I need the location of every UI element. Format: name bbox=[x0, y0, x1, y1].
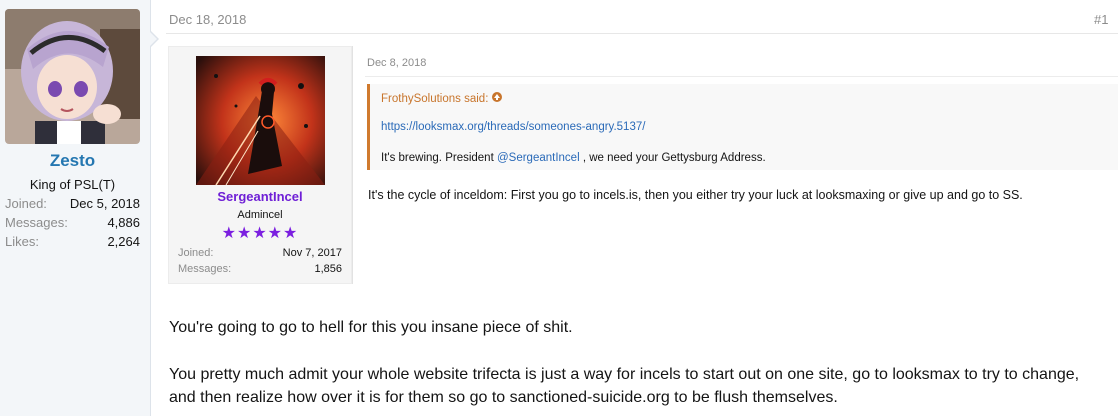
stat-value: Nov 7, 2017 bbox=[282, 247, 342, 259]
embedded-post-date[interactable]: Dec 8, 2018 bbox=[367, 57, 426, 69]
embedded-author-avatar[interactable] bbox=[196, 56, 325, 185]
go-to-quoted-post-icon[interactable] bbox=[492, 92, 503, 105]
stat-value: 2,264 bbox=[107, 234, 140, 249]
embedded-post: SergeantIncel Admincel ★★★★★ Joined: Nov… bbox=[168, 46, 1118, 284]
post-body-line-1: You're going to go to hell for this you … bbox=[169, 319, 573, 336]
sidebar-pointer-arrow bbox=[149, 30, 159, 48]
embedded-stat-messages: Messages: 1,856 bbox=[178, 263, 342, 275]
stat-label: Messages: bbox=[5, 215, 68, 230]
embedded-post-content: Dec 8, 2018 FrothySolutions said: https:… bbox=[352, 46, 1118, 284]
quote-text-after: , we need your Gettysburg Address. bbox=[579, 152, 766, 164]
embedded-author-title: Admincel bbox=[237, 209, 283, 221]
embedded-stat-joined: Joined: Nov 7, 2017 bbox=[178, 247, 342, 259]
author-sidebar: Zesto King of PSL(T) Joined: Dec 5, 2018… bbox=[0, 0, 159, 416]
quote-text: It's brewing. President @SergeantIncel ,… bbox=[381, 152, 766, 164]
stat-label: Joined: bbox=[5, 196, 47, 211]
author-stat-joined: Joined: Dec 5, 2018 bbox=[5, 196, 140, 211]
stat-label: Likes: bbox=[5, 234, 39, 249]
embedded-author-rank-stars: ★★★★★ bbox=[221, 225, 299, 242]
post-permalink-number[interactable]: #1 bbox=[1094, 12, 1108, 27]
post-body-line-2: You pretty much admit your whole website… bbox=[169, 366, 1080, 406]
author-username[interactable]: Zesto bbox=[0, 151, 145, 171]
stat-label: Joined: bbox=[178, 247, 214, 259]
user-mention-link[interactable]: @SergeantIncel bbox=[497, 152, 580, 164]
quote-text-before: It's brewing. President bbox=[381, 152, 497, 164]
stat-label: Messages: bbox=[178, 263, 232, 275]
post-header-divider bbox=[166, 33, 1118, 34]
author-user-title: King of PSL(T) bbox=[29, 177, 116, 192]
quote-url-link[interactable]: https://looksmax.org/threads/someones-an… bbox=[381, 121, 645, 133]
embedded-author-sidebar: SergeantIncel Admincel ★★★★★ Joined: Nov… bbox=[168, 46, 352, 284]
embedded-post-body: It's the cycle of inceldom: First you go… bbox=[368, 188, 1023, 202]
quote-author[interactable]: FrothySolutions said: bbox=[381, 93, 488, 105]
embedded-author-username[interactable]: SergeantIncel bbox=[169, 189, 351, 204]
stat-value: 4,886 bbox=[107, 215, 140, 230]
embedded-header-divider bbox=[365, 76, 1118, 77]
quote-attribution[interactable]: FrothySolutions said: bbox=[381, 92, 503, 105]
author-avatar[interactable] bbox=[5, 9, 140, 144]
author-stat-messages: Messages: 4,886 bbox=[5, 215, 140, 230]
post-date-link[interactable]: Dec 18, 2018 bbox=[169, 12, 246, 27]
stat-value: Dec 5, 2018 bbox=[69, 196, 140, 211]
quote-block: FrothySolutions said: https://looksmax.o… bbox=[367, 84, 1118, 170]
author-stat-likes: Likes: 2,264 bbox=[5, 234, 140, 249]
stat-value: 1,856 bbox=[314, 263, 342, 275]
